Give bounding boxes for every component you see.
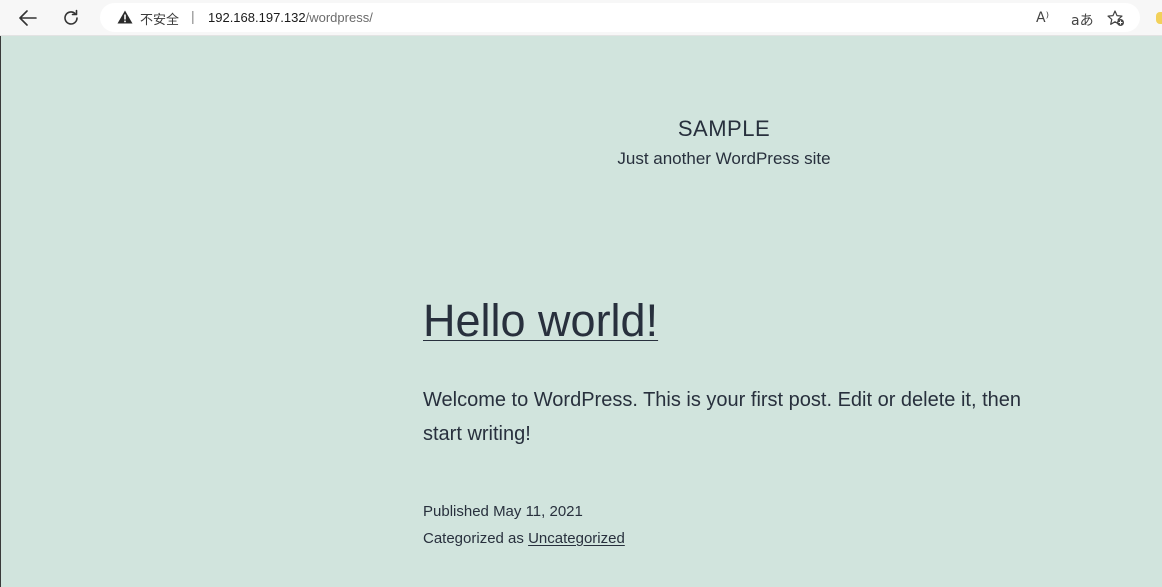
post-category-meta: Categorized as Uncategorized <box>423 530 625 547</box>
warning-icon[interactable] <box>117 10 133 24</box>
read-aloud-icon[interactable]: A⁾ <box>1036 10 1049 26</box>
published-label: Published <box>423 503 489 520</box>
post-published-meta: Published May 11, 2021 <box>423 503 583 520</box>
url-text[interactable]: 192.168.197.132/wordpress/ <box>208 10 373 25</box>
site-description: Just another WordPress site <box>617 149 831 168</box>
post-title-link[interactable]: Hello world! <box>423 296 658 346</box>
reload-button[interactable] <box>57 4 85 32</box>
add-favorite-icon[interactable] <box>1107 10 1125 26</box>
categorized-label: Categorized as <box>423 530 524 547</box>
wordpress-page: SAMPLE Just another WordPress site Hello… <box>0 36 1162 587</box>
address-bar[interactable]: 不安全 | 192.168.197.132/wordpress/ A⁾ aあ <box>100 3 1140 32</box>
url-path: /wordpress/ <box>305 10 373 25</box>
address-separator: | <box>191 8 195 24</box>
reload-icon <box>64 9 78 25</box>
translate-icon[interactable]: aあ <box>1071 10 1094 29</box>
extension-icon[interactable] <box>1156 12 1162 24</box>
browser-toolbar: 不安全 | 192.168.197.132/wordpress/ A⁾ aあ <box>0 0 1162 36</box>
star-plus-icon <box>1107 10 1124 26</box>
post-content: Welcome to WordPress. This is your first… <box>423 389 1022 445</box>
site-title[interactable]: SAMPLE <box>0 116 1162 142</box>
url-host: 192.168.197.132 <box>208 10 306 25</box>
back-button[interactable] <box>14 4 42 32</box>
back-arrow-icon <box>19 10 37 26</box>
published-date: May 11, 2021 <box>493 503 583 520</box>
category-link[interactable]: Uncategorized <box>528 530 625 547</box>
security-status-label[interactable]: 不安全 <box>140 9 179 28</box>
